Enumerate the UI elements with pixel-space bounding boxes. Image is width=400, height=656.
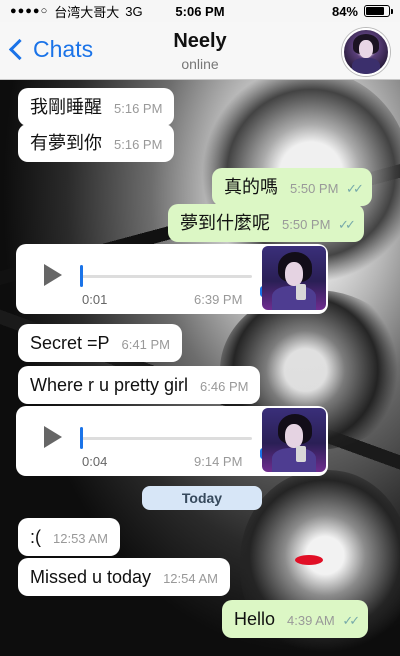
incoming-message-bubble[interactable]: :( 12:53 AM [18,518,120,556]
voice-message-bubble[interactable]: 0:01 6:39 PM [16,244,328,314]
message-time: 5:50 PM [290,181,339,196]
outgoing-message-bubble[interactable]: 真的嗎 5:50 PM ✓✓ [212,168,372,206]
outgoing-message-bubble[interactable]: Hello 4:39 AM ✓✓ [222,600,369,638]
chat-header: Chats Neely online [0,22,400,80]
message-text: Hello [234,609,276,629]
status-bar: ●●●●○ 台湾大哥大 3G 5:06 PM 84% [0,0,400,22]
voice-progress-track[interactable] [82,437,252,440]
voice-progress-handle[interactable] [80,427,83,449]
message-meta: 4:39 AM ✓✓ [287,613,360,629]
message-time: 5:50 PM [282,217,331,232]
message-time: 6:46 PM [200,379,249,394]
message-time: 12:54 AM [163,571,218,586]
message-meta: 5:50 PM ✓✓ [290,181,364,197]
message-time: 6:41 PM [121,337,170,352]
sender-avatar-thumbnail [262,408,326,472]
message-text: Missed u today [30,567,152,587]
voice-duration: 0:01 [82,292,108,307]
voice-message-bubble[interactable]: 0:04 9:14 PM [16,406,328,476]
incoming-message-bubble[interactable]: Where r u pretty girl 6:46 PM [18,366,261,404]
sender-avatar-thumbnail [262,246,326,310]
message-time: 12:53 AM [53,531,108,546]
chat-area[interactable]: 我剛睡醒 5:16 PM 有夢到你 5:16 PM 真的嗎 5:50 PM ✓✓… [0,80,400,656]
contact-name[interactable]: Neely [0,30,400,53]
outgoing-message-bubble[interactable]: 夢到什麼呢 5:50 PM ✓✓ [168,204,364,242]
read-receipt-icon: ✓✓ [346,181,364,196]
date-separator: Today [142,486,262,510]
message-text: 有夢到你 [30,133,102,153]
status-left: ●●●●○ 台湾大哥大 3G [10,2,143,21]
play-icon[interactable] [44,426,62,448]
message-meta: 5:50 PM ✓✓ [282,217,356,233]
carrier-name: 台湾大哥大 [54,4,120,20]
wallpaper-lips [295,555,323,565]
message-time: 4:39 AM [287,613,335,628]
avatar-body [352,58,380,74]
battery-icon [364,5,393,17]
avatar-face [359,40,373,58]
voice-duration: 0:04 [82,454,108,469]
incoming-message-bubble[interactable]: Missed u today 12:54 AM [18,558,230,596]
message-time: 6:39 PM [194,292,243,307]
play-icon[interactable] [44,264,62,286]
incoming-message-bubble[interactable]: 有夢到你 5:16 PM [18,124,175,162]
network-type: 3G [125,3,143,19]
read-receipt-icon: ✓✓ [342,613,360,628]
signal-strength-icon: ●●●●○ [10,5,49,17]
message-text: 我剛睡醒 [30,97,102,117]
incoming-message-bubble[interactable]: Secret =P 6:41 PM [18,324,182,362]
message-time: 5:16 PM [114,101,163,116]
message-text: Where r u pretty girl [30,375,189,395]
message-text: 夢到什麼呢 [180,213,270,233]
voice-progress-handle[interactable] [80,265,83,287]
message-text: :( [30,527,41,547]
message-time: 5:16 PM [114,137,163,152]
contact-status: online [181,56,219,72]
status-right: 84% [331,3,393,19]
read-receipt-icon: ✓✓ [338,217,356,232]
message-text: Secret =P [30,333,110,353]
battery-percent: 84% [331,3,358,19]
contact-avatar[interactable] [342,28,390,76]
message-time: 9:14 PM [194,454,243,469]
incoming-message-bubble[interactable]: 我剛睡醒 5:16 PM [18,88,175,126]
message-text: 真的嗎 [224,177,278,197]
voice-progress-track[interactable] [82,275,252,278]
